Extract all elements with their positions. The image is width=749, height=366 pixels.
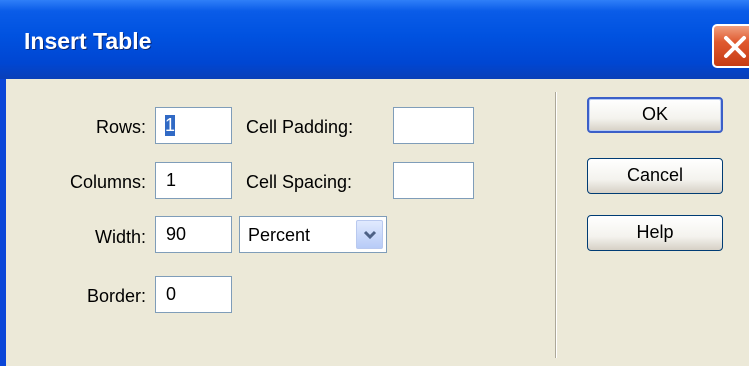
rows-value: 1	[165, 115, 176, 136]
window-frame-left	[0, 79, 6, 366]
rows-input[interactable]: 1	[155, 107, 232, 144]
columns-input[interactable]: 1	[155, 162, 232, 199]
ok-button[interactable]: OK	[587, 97, 723, 133]
close-button[interactable]	[712, 24, 749, 68]
dialog-title: Insert Table	[24, 28, 152, 54]
border-label: Border:	[86, 286, 146, 306]
divider	[555, 92, 557, 358]
cell-padding-input[interactable]	[393, 107, 474, 144]
dropdown-button[interactable]	[356, 220, 383, 249]
title-bar[interactable]: Insert Table	[0, 0, 749, 79]
border-input[interactable]: 0	[155, 276, 232, 313]
cell-padding-label: Cell Padding:	[246, 117, 354, 137]
cancel-button[interactable]: Cancel	[587, 158, 723, 194]
chevron-down-icon	[363, 230, 377, 240]
rows-label: Rows:	[95, 117, 146, 137]
width-unit-select[interactable]: Percent	[239, 216, 387, 253]
width-label: Width:	[94, 227, 146, 247]
close-icon	[724, 36, 746, 58]
columns-label: Columns:	[69, 172, 146, 192]
help-button[interactable]: Help	[587, 215, 723, 251]
width-input[interactable]: 90	[155, 216, 232, 253]
cell-spacing-input[interactable]	[393, 162, 474, 199]
cell-spacing-label: Cell Spacing:	[246, 172, 353, 192]
width-unit-value: Percent	[248, 225, 311, 245]
